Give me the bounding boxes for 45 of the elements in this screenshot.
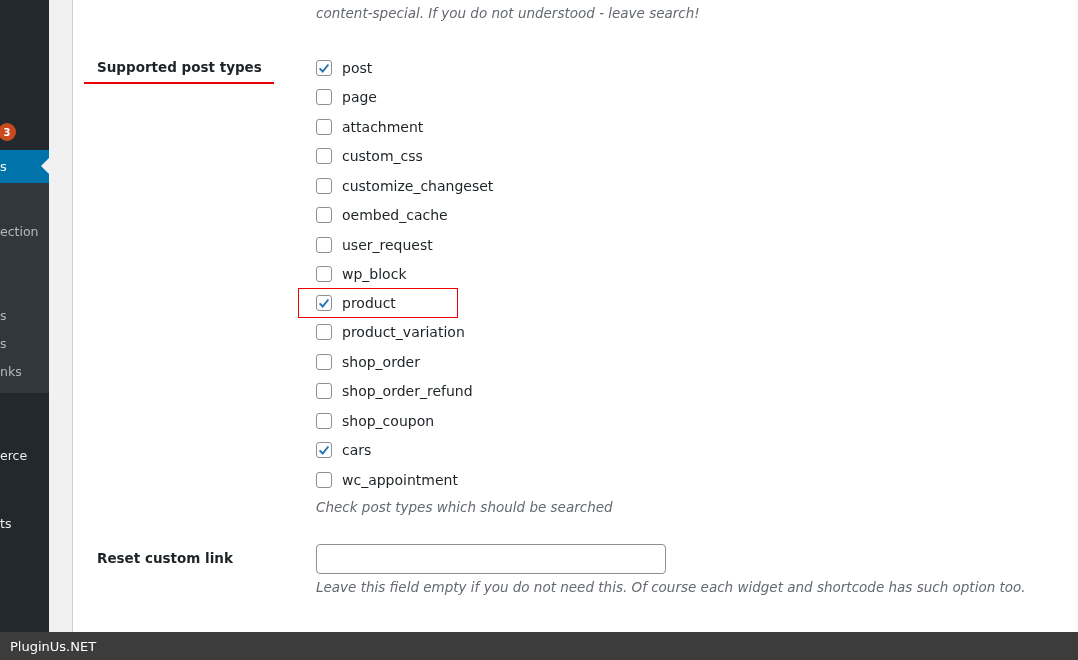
- menu-item[interactable]: s: [0, 150, 49, 183]
- checkbox[interactable]: [316, 295, 332, 311]
- checkbox[interactable]: [316, 177, 332, 194]
- checkbox-option[interactable]: custom_css: [298, 142, 445, 170]
- checkbox[interactable]: [316, 353, 332, 370]
- checkbox-option[interactable]: cars: [298, 436, 445, 464]
- checkbox[interactable]: [316, 89, 332, 105]
- checkbox-option[interactable]: shop_order: [298, 348, 445, 375]
- checkbox[interactable]: [316, 148, 332, 164]
- checkbox-option[interactable]: oembed_cache: [298, 201, 453, 229]
- checkbox-option[interactable]: product_variation: [298, 318, 470, 346]
- field-description: content-special. If you do not understood - leave search!: [316, 4, 701, 23]
- field-description: Leave this field empty if you do not need this. Of course each widget and shortcode has such option too.: [316, 577, 1027, 597]
- checkbox[interactable]: [316, 383, 332, 399]
- checkbox-option[interactable]: wc_appointment: [298, 466, 463, 493]
- checkbox[interactable]: [316, 471, 332, 488]
- checkbox-option[interactable]: product: [298, 288, 458, 318]
- checkbox-option[interactable]: shop_order_refund: [298, 377, 478, 405]
- menu-item[interactable]: ts: [0, 516, 12, 532]
- menu-item[interactable]: erce: [0, 448, 49, 464]
- checkbox[interactable]: [316, 236, 332, 253]
- checkbox-option[interactable]: post: [298, 54, 445, 81]
- checkbox[interactable]: [316, 324, 332, 340]
- checkbox-option[interactable]: wp_block: [298, 260, 445, 288]
- checkbox-option[interactable]: shop_coupon: [298, 407, 445, 434]
- submenu-item[interactable]: s: [0, 336, 7, 352]
- field-label: Reset custom link: [96, 549, 233, 568]
- field-label: Supported post types: [84, 59, 274, 84]
- checkbox[interactable]: [316, 59, 332, 76]
- submenu-item[interactable]: s: [0, 308, 7, 324]
- submenu-item[interactable]: ection: [0, 224, 39, 240]
- checkbox[interactable]: [316, 207, 332, 223]
- input-field[interactable]: [316, 543, 666, 574]
- checkbox-option[interactable]: user_request: [298, 231, 445, 258]
- checkbox[interactable]: [316, 266, 332, 282]
- checkbox-option[interactable]: attachment: [298, 113, 445, 140]
- checkbox-option[interactable]: customize_changeset: [298, 172, 499, 199]
- notification-badge: 3: [0, 123, 16, 141]
- field-description: Check post types which should be searched: [316, 497, 614, 517]
- checkbox[interactable]: [316, 118, 332, 135]
- checkbox[interactable]: [316, 412, 332, 429]
- submenu-item[interactable]: nks: [0, 364, 22, 380]
- checkbox[interactable]: [316, 442, 332, 458]
- footer-brand: PluginUs.NET: [10, 638, 97, 654]
- checkbox-option[interactable]: page: [298, 83, 445, 111]
